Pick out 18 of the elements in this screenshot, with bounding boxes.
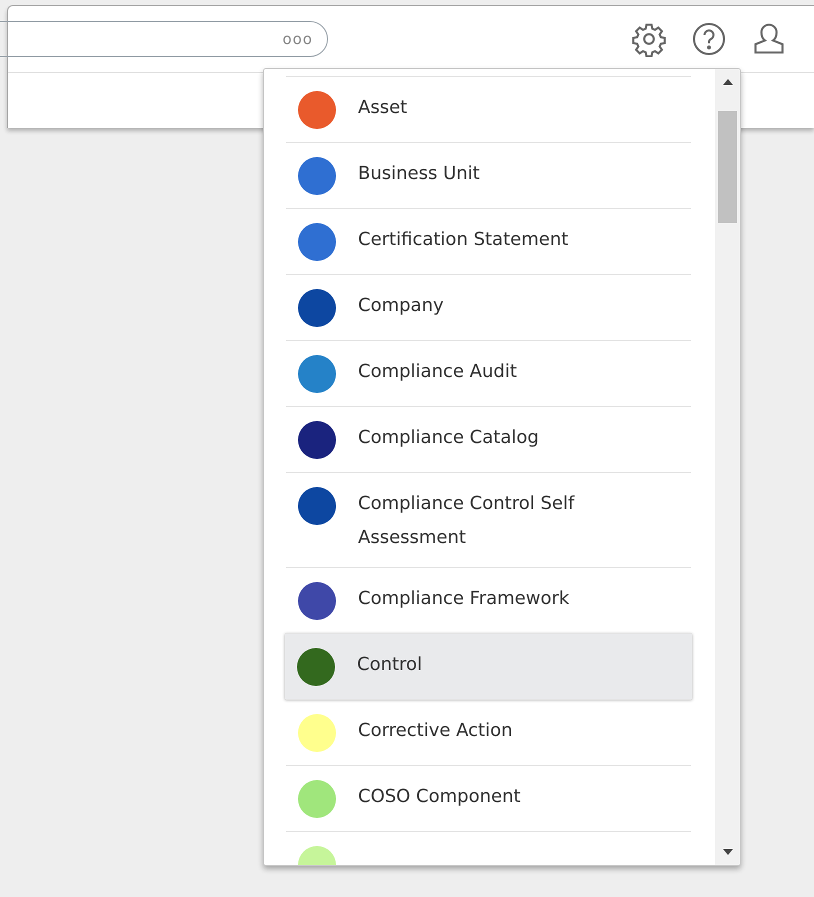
- settings-icon[interactable]: [631, 21, 667, 57]
- menu-item[interactable]: Corrective Action: [286, 699, 691, 765]
- more-glyph[interactable]: ooo: [282, 30, 313, 48]
- search-field[interactable]: ooo: [0, 21, 328, 57]
- menu-item[interactable]: Certification Statement: [286, 208, 691, 274]
- menu-item[interactable]: Compliance Control Self Assessment: [286, 472, 691, 567]
- scroll-down-icon[interactable]: [722, 849, 732, 855]
- menu-item[interactable]: Company: [286, 274, 691, 340]
- scroll-up-icon[interactable]: [722, 79, 732, 85]
- menu-item[interactable]: COSO Component: [286, 765, 691, 831]
- menu-item[interactable]: Compliance Audit: [286, 340, 691, 406]
- menu-item[interactable]: Control: [285, 633, 692, 699]
- menu-item[interactable]: Compliance Catalog: [286, 406, 691, 472]
- scrollbar-thumb[interactable]: [718, 111, 737, 223]
- help-icon[interactable]: [691, 21, 727, 57]
- menu-item[interactable]: Business Unit: [286, 142, 691, 208]
- scrollbar[interactable]: [715, 69, 740, 865]
- menu-item[interactable]: Asset: [286, 76, 691, 142]
